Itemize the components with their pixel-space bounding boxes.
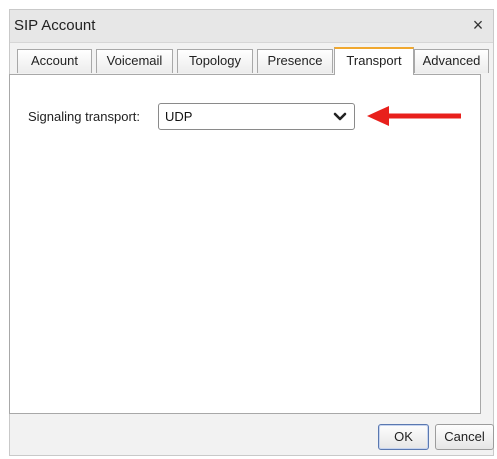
tab-account[interactable]: Account [17, 49, 92, 73]
transport-panel: Signaling transport: UDP [9, 74, 481, 414]
title-bar: SIP Account × [10, 10, 493, 43]
red-arrow-icon [367, 106, 461, 126]
signaling-transport-value: UDP [165, 109, 193, 124]
cancel-button[interactable]: Cancel [435, 424, 494, 450]
tab-transport[interactable]: Transport [334, 47, 414, 75]
signaling-transport-select[interactable]: UDP [158, 103, 355, 130]
tab-voicemail[interactable]: Voicemail [96, 49, 173, 73]
signaling-transport-label: Signaling transport: [28, 109, 141, 124]
ok-button[interactable]: OK [378, 424, 429, 450]
close-icon[interactable]: × [467, 14, 489, 36]
tab-topology[interactable]: Topology [177, 49, 253, 73]
tab-presence[interactable]: Presence [257, 49, 333, 73]
tab-strip: Account Voicemail Topology Presence Tran… [9, 47, 489, 75]
dialog-title: SIP Account [14, 17, 96, 34]
chevron-down-icon [333, 112, 347, 121]
tab-advanced[interactable]: Advanced [414, 49, 489, 73]
